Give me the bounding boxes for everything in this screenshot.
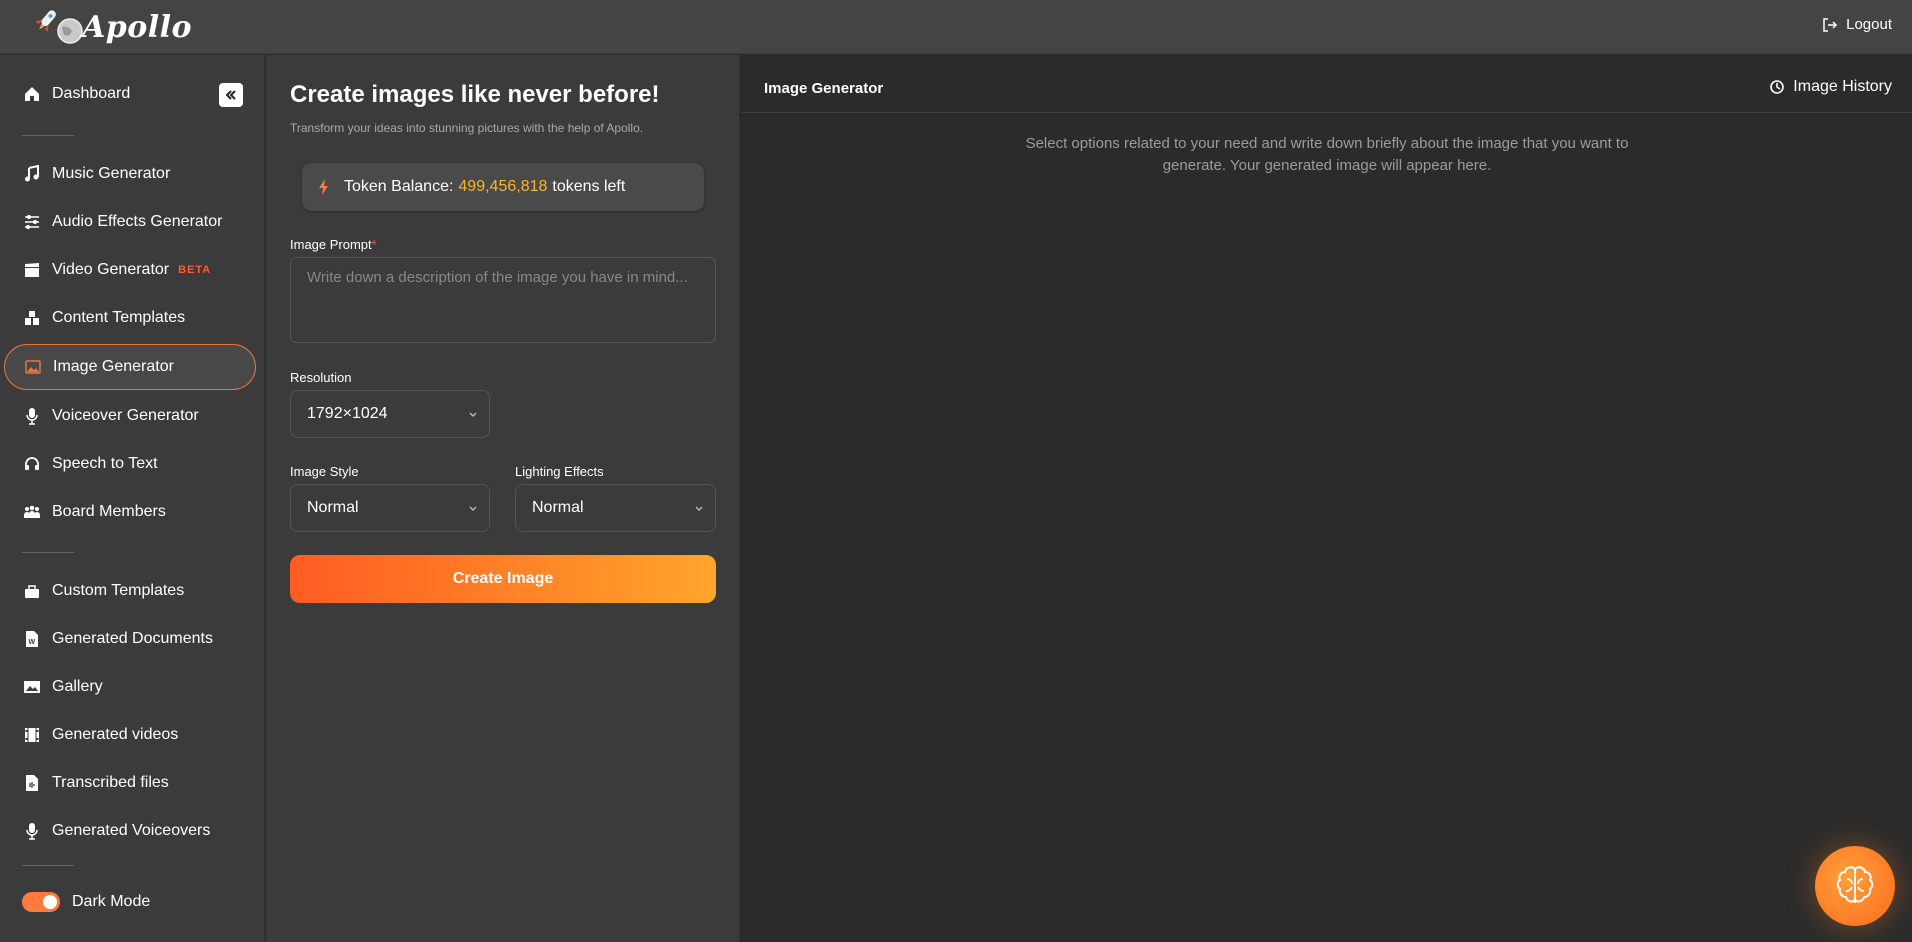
sidebar-item-label: Voiceover Generator [52, 407, 199, 424]
sliders-icon [22, 212, 42, 232]
image-history-label: Image History [1793, 78, 1892, 95]
logout-label: Logout [1846, 16, 1892, 33]
required-marker: * [371, 237, 377, 252]
sidebar-item-label: Music Generator [52, 165, 171, 182]
film-icon [22, 725, 42, 745]
image-style-select[interactable]: Normal [290, 484, 490, 532]
sidebar-item-label: Video Generator [52, 261, 170, 278]
output-header: Image Generator Image History [741, 55, 1912, 113]
sidebar-item-label: Custom Templates [52, 582, 185, 599]
sidebar: Dashboard Music Generator Audio Effects … [0, 55, 265, 942]
sidebar-item-label: Speech to Text [52, 455, 158, 472]
output-area: Image Generator Image History Select opt… [741, 55, 1912, 942]
token-prefix: Token Balance: [344, 178, 454, 195]
lightning-icon [319, 179, 328, 195]
logout-icon [1823, 17, 1838, 32]
sidebar-divider [22, 865, 74, 866]
apollo-logo[interactable]: Apollo [34, 4, 192, 50]
app-name: Apollo [82, 9, 193, 45]
sidebar-item-content-templates[interactable]: Content Templates [4, 295, 256, 341]
lighting-effects-label: Lighting Effects [515, 464, 604, 479]
sidebar-item-dashboard[interactable]: Dashboard [4, 71, 256, 117]
sidebar-item-video-generator[interactable]: Video Generator BETA [4, 247, 256, 293]
resolution-value: 1792×1024 [307, 405, 388, 422]
microphone-icon [22, 406, 42, 426]
sidebar-item-label: Generated Voiceovers [52, 822, 211, 839]
logout-button[interactable]: Logout [1822, 16, 1892, 33]
home-icon [22, 84, 42, 104]
resolution-label: Resolution [290, 370, 352, 385]
clapperboard-icon [22, 260, 42, 280]
sidebar-divider [22, 552, 74, 553]
sidebar-item-board-members[interactable]: Board Members [4, 489, 256, 535]
output-title: Image Generator [764, 80, 884, 97]
toolbox-icon [22, 581, 42, 601]
sidebar-item-generated-voiceovers[interactable]: Generated Voiceovers [4, 808, 256, 854]
image-history-button[interactable]: Image History [1769, 78, 1892, 96]
sidebar-item-label: Audio Effects Generator [52, 213, 223, 230]
output-placeholder-text: Select options related to your need and … [1025, 135, 1629, 174]
brain-icon [1836, 866, 1874, 903]
image-style-value: Normal [307, 499, 359, 516]
photo-icon [22, 677, 42, 697]
dark-mode-label: Dark Mode [72, 893, 151, 910]
chevron-down-icon [469, 506, 477, 511]
sidebar-item-label: Board Members [52, 503, 166, 520]
sidebar-item-speech-to-text[interactable]: Speech to Text [4, 441, 256, 487]
chevron-down-icon [695, 506, 703, 511]
image-form-panel: Create images like never before! Transfo… [266, 55, 740, 942]
rocket-globe-icon [35, 10, 83, 44]
svg-text:W: W [29, 639, 36, 646]
sidebar-item-custom-templates[interactable]: Custom Templates [4, 568, 256, 614]
microphone-icon [22, 821, 42, 841]
prompt-label: Image Prompt* [290, 237, 377, 252]
beta-badge: BETA [178, 264, 212, 276]
sidebar-item-label: Image Generator [53, 358, 174, 375]
chevron-down-icon [469, 412, 477, 417]
sidebar-item-audio-effects-generator[interactable]: Audio Effects Generator [4, 199, 256, 245]
create-image-button[interactable]: Create Image [290, 555, 716, 603]
token-suffix: tokens left [552, 178, 626, 195]
sidebar-item-transcribed-files[interactable]: Transcribed files [4, 760, 256, 806]
headset-icon [22, 454, 42, 474]
lighting-effects-select[interactable]: Normal [515, 484, 716, 532]
audio-file-icon [22, 773, 42, 793]
dark-mode-toggle[interactable] [22, 892, 60, 912]
history-icon [1770, 80, 1785, 94]
music-note-icon [22, 164, 42, 184]
dark-mode-row: Dark Mode [22, 892, 150, 912]
image-icon [23, 357, 43, 377]
top-bar: Apollo Logout [0, 0, 1912, 54]
people-icon [22, 502, 42, 522]
sidebar-item-generated-videos[interactable]: Generated videos [4, 712, 256, 758]
sidebar-item-music-generator[interactable]: Music Generator [4, 151, 256, 197]
lighting-effects-value: Normal [532, 499, 584, 516]
sidebar-item-label: Content Templates [52, 309, 186, 326]
word-doc-icon: W [22, 629, 42, 649]
assistant-button[interactable] [1815, 846, 1895, 926]
boxes-icon [22, 308, 42, 328]
sidebar-divider [22, 135, 74, 136]
sidebar-item-image-generator[interactable]: Image Generator [4, 344, 256, 390]
sidebar-item-generated-documents[interactable]: W Generated Documents [4, 616, 256, 662]
sidebar-item-label: Generated Documents [52, 630, 213, 647]
sidebar-item-label: Transcribed files [52, 774, 169, 791]
sidebar-item-label: Gallery [52, 678, 103, 695]
sidebar-item-label: Dashboard [52, 85, 131, 102]
resolution-select[interactable]: 1792×1024 [290, 390, 490, 438]
image-style-label: Image Style [290, 464, 359, 479]
token-balance: Token Balance: 499,456,818 tokens left [302, 163, 704, 211]
sidebar-item-voiceover-generator[interactable]: Voiceover Generator [4, 393, 256, 439]
prompt-label-text: Image Prompt [290, 237, 372, 252]
sidebar-item-label: Generated videos [52, 726, 179, 743]
image-prompt-input[interactable]: Write down a description of the image yo… [290, 257, 716, 343]
page-title: Create images like never before! [290, 81, 660, 108]
page-subtitle: Transform your ideas into stunning pictu… [290, 121, 644, 135]
sidebar-item-gallery[interactable]: Gallery [4, 664, 256, 710]
token-amount: 499,456,818 [458, 178, 548, 195]
prompt-placeholder: Write down a description of the image yo… [307, 269, 688, 286]
